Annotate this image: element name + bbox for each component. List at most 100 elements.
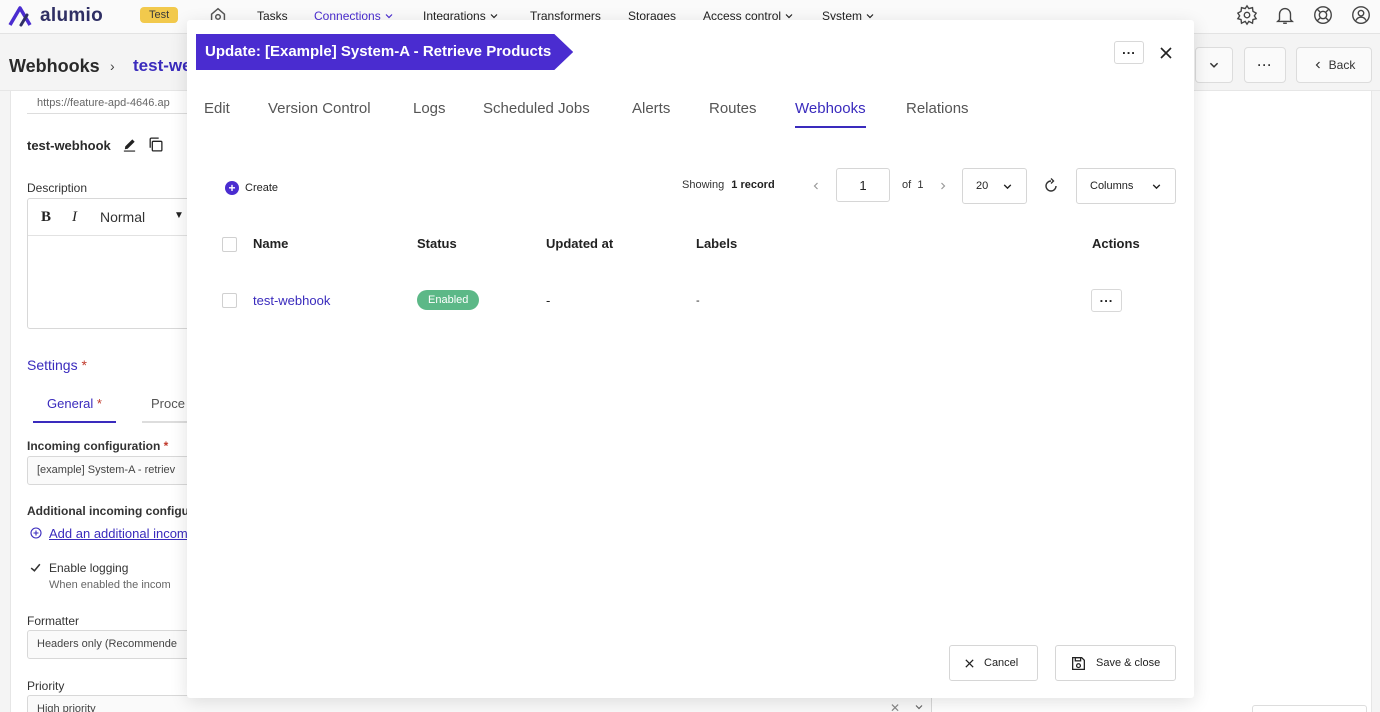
user-avatar-icon[interactable]	[1350, 4, 1372, 29]
save-close-button[interactable]: Save & close	[1055, 645, 1176, 681]
modal-more-button[interactable]: ...	[1114, 41, 1144, 64]
chevron-right-icon[interactable]	[936, 178, 950, 194]
record-count: Showing 1 record	[682, 179, 775, 191]
clear-x-icon[interactable]: ✕	[890, 701, 900, 712]
bold-icon[interactable]: B	[41, 209, 51, 226]
copy-icon[interactable]	[147, 136, 164, 156]
select-all-checkbox[interactable]	[222, 237, 237, 252]
enable-logging-label: Enable logging	[49, 561, 129, 575]
environment-badge: Test	[140, 7, 179, 23]
chevron-down-icon	[1209, 62, 1219, 68]
additional-incoming-label: Additional incoming configu	[27, 504, 189, 518]
webhook-name-link[interactable]: test-webhook	[253, 293, 330, 308]
close-icon[interactable]	[1155, 42, 1177, 64]
required-marker: *	[81, 357, 87, 373]
close-icon	[965, 658, 974, 668]
refresh-icon[interactable]	[1042, 177, 1060, 195]
back-label: Back	[1328, 58, 1356, 72]
tab-general-label: General	[47, 396, 94, 411]
chevron-down-icon	[1003, 183, 1012, 189]
page-more-button[interactable]: ···	[1244, 47, 1286, 83]
required-marker: *	[96, 396, 102, 411]
tab-edit[interactable]: Edit	[204, 100, 230, 128]
tab-relations[interactable]: Relations	[906, 100, 969, 128]
updated-at-cell: -	[546, 293, 551, 308]
tab-general[interactable]: General *	[33, 393, 116, 423]
columns-select[interactable]: Columns	[1076, 168, 1176, 204]
record-count-value: 1 record	[731, 179, 775, 191]
create-button[interactable]: + Create	[225, 181, 278, 195]
more-dots-icon: ...	[1099, 290, 1114, 305]
priority-label: Priority	[27, 679, 65, 693]
italic-icon[interactable]: I	[72, 209, 77, 226]
cancel-label: Cancel	[984, 657, 1019, 669]
alumio-logo[interactable]: alumio	[8, 5, 103, 27]
page-number-input[interactable]	[836, 168, 890, 202]
update-modal: Update: [Example] System-A - Retrieve Pr…	[187, 20, 1194, 698]
logo-text: alumio	[40, 5, 104, 26]
incoming-config-label: Incoming configuration *	[27, 439, 168, 453]
enable-logging-help: When enabled the incom	[49, 579, 171, 591]
labels-cell: -	[696, 295, 700, 307]
settings-heading: Settings *	[27, 357, 87, 373]
row-checkbox[interactable]	[222, 293, 237, 308]
plus-circle-icon: +	[225, 181, 239, 195]
tab-webhooks[interactable]: Webhooks	[795, 100, 866, 128]
required-marker: *	[163, 439, 169, 453]
tab-routes[interactable]: Routes	[709, 100, 757, 128]
more-dots-icon: ...	[1122, 42, 1136, 57]
webhook-url-field[interactable]: https://feature-apd-4646.ap	[27, 92, 197, 114]
settings-gear-icon[interactable]	[1236, 4, 1258, 29]
logo-mark-icon	[8, 6, 32, 27]
column-header-status[interactable]: Status	[417, 236, 457, 251]
total-pages: 1	[917, 179, 924, 191]
checkmark-icon[interactable]	[29, 561, 42, 577]
tab-alerts[interactable]: Alerts	[632, 100, 670, 128]
caret-down-icon: ▼	[174, 210, 184, 221]
page-size-value: 20	[976, 180, 989, 192]
chevron-down-icon[interactable]	[914, 702, 924, 712]
paragraph-style-select[interactable]: Normal	[100, 209, 145, 225]
chevron-left-icon[interactable]	[809, 178, 823, 194]
status-badge: Enabled	[417, 290, 480, 310]
breadcrumb-item[interactable]: test-we	[133, 56, 192, 76]
showing-label: Showing	[682, 179, 725, 191]
back-button[interactable]: Back	[1296, 47, 1372, 83]
formatter-label: Formatter	[27, 614, 80, 628]
column-header-labels[interactable]: Labels	[696, 236, 737, 251]
save-close-label: Save & close	[1096, 657, 1161, 669]
tab-processing[interactable]: Proce	[142, 393, 192, 423]
column-header-updated-at[interactable]: Updated at	[546, 236, 613, 251]
of-label: of	[902, 179, 912, 191]
chevron-down-icon	[1153, 183, 1161, 189]
page-size-select[interactable]: 20	[962, 168, 1027, 204]
tab-scheduled-jobs[interactable]: Scheduled Jobs	[483, 100, 590, 128]
tab-logs[interactable]: Logs	[413, 100, 446, 128]
breadcrumb-separator-icon: ›	[110, 58, 115, 74]
add-circle-icon[interactable]	[30, 527, 42, 542]
chevron-left-icon	[1315, 61, 1320, 69]
support-lifebuoy-icon[interactable]	[1312, 4, 1334, 29]
columns-label: Columns	[1090, 180, 1134, 192]
incoming-config-select[interactable]: [example] System-A - retriev	[27, 456, 197, 485]
tab-version-control[interactable]: Version Control	[268, 100, 371, 128]
row-actions-button[interactable]: ...	[1091, 289, 1122, 312]
notifications-bell-icon[interactable]	[1274, 4, 1296, 29]
column-header-name[interactable]: Name	[253, 236, 288, 251]
page-title: Webhooks	[9, 56, 100, 76]
priority-value: High priority	[37, 703, 96, 712]
webhook-name-heading: test-webhook	[27, 138, 111, 153]
description-editor[interactable]: B I Normal ▼	[27, 198, 197, 329]
bottom-right-field[interactable]	[1252, 705, 1367, 712]
formatter-select[interactable]: Headers only (Recommende	[27, 630, 197, 659]
split-dropdown-button[interactable]	[1195, 47, 1233, 83]
modal-title: Update: [Example] System-A - Retrieve Pr…	[196, 34, 574, 70]
edit-pencil-icon[interactable]	[122, 137, 137, 155]
incoming-config-label-text: Incoming configuration	[27, 439, 161, 453]
description-label: Description	[27, 181, 88, 195]
add-additional-incoming-link[interactable]: Add an additional incom	[49, 526, 188, 541]
page-total: of 1	[902, 179, 923, 191]
settings-label: Settings	[27, 357, 78, 373]
save-disk-icon	[1072, 656, 1085, 670]
cancel-button[interactable]: Cancel	[949, 645, 1038, 681]
